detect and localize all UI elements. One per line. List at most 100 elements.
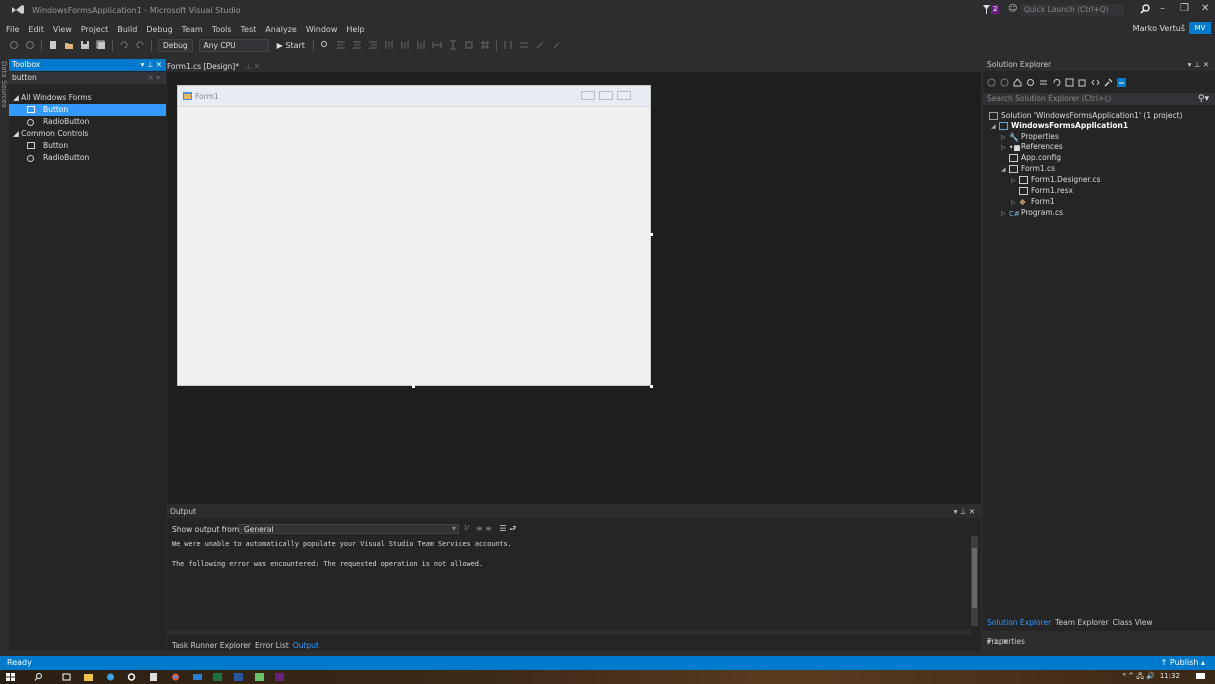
align-to-grid-icon[interactable]: [480, 40, 490, 50]
tree-node-project[interactable]: ◢ WindowsFormsApplication1: [991, 121, 1128, 132]
resize-handle-right[interactable]: [650, 233, 653, 236]
resize-handle-corner[interactable]: [650, 385, 653, 388]
tree-node-form1-designer[interactable]: ▷ Form1.Designer.cs: [1011, 175, 1100, 186]
file-explorer-icon[interactable]: [84, 673, 93, 681]
task-view-icon[interactable]: [62, 673, 71, 681]
forward-icon[interactable]: [1000, 78, 1009, 87]
resize-handle-bottom[interactable]: [412, 385, 415, 388]
restore-button[interactable]: ❐: [1180, 3, 1189, 14]
search-icon[interactable]: [34, 673, 43, 681]
menu-tools[interactable]: Tools: [212, 25, 232, 34]
tree-node-form1-cs[interactable]: ◢ Form1.cs: [1001, 164, 1055, 175]
data-sources-tab[interactable]: Data Sources: [0, 61, 8, 108]
tree-node-program-cs[interactable]: ▷ C#Program.cs: [1001, 208, 1063, 219]
expanded-arrow-icon[interactable]: ◢: [1001, 165, 1009, 175]
menu-debug[interactable]: Debug: [146, 25, 172, 34]
tree-node-app-config[interactable]: App.config: [1009, 153, 1061, 163]
panel-window-buttons[interactable]: ▾ ⊥ ✕: [141, 59, 162, 71]
menu-window[interactable]: Window: [306, 25, 338, 34]
word-icon[interactable]: [234, 673, 243, 681]
save-all-icon[interactable]: [96, 40, 106, 50]
menu-team[interactable]: Team: [182, 25, 203, 34]
user-name[interactable]: Marko Vertuš: [1133, 24, 1185, 33]
new-project-icon[interactable]: [48, 40, 58, 50]
tree-node-solution[interactable]: Solution 'WindowsFormsApplication1' (1 p…: [989, 111, 1182, 121]
output-vertical-scrollbar[interactable]: [971, 536, 978, 626]
calculator-icon[interactable]: [149, 673, 158, 681]
panel-window-buttons[interactable]: ▾ ⊥ ✕: [987, 637, 1209, 646]
notification-count-badge[interactable]: 2: [991, 5, 1000, 14]
minimize-button[interactable]: –: [1160, 3, 1165, 14]
visual-studio-icon[interactable]: [275, 673, 284, 681]
align-bottom-icon[interactable]: [416, 40, 426, 50]
tab-team-explorer[interactable]: Team Explorer: [1055, 618, 1108, 627]
solution-platform-select[interactable]: Any CPU: [198, 38, 269, 52]
output-header[interactable]: Output ▾ ⊥ ✕: [167, 506, 981, 518]
solution-explorer-header[interactable]: Solution Explorer ▾ ⊥ ✕: [983, 59, 1215, 71]
user-avatar[interactable]: MV: [1189, 22, 1211, 34]
forward-icon[interactable]: [25, 40, 35, 50]
menu-test[interactable]: Test: [241, 25, 257, 34]
bring-to-front-icon[interactable]: [503, 40, 513, 50]
feedback-icon[interactable]: ☺: [1008, 4, 1017, 14]
align-middle-icon[interactable]: [400, 40, 410, 50]
browser-icon[interactable]: [106, 673, 115, 681]
expanded-arrow-icon[interactable]: ◢: [991, 122, 999, 132]
tab-task-runner-explorer[interactable]: Task Runner Explorer: [172, 641, 251, 650]
form1-designer[interactable]: Form1: [177, 85, 651, 386]
menu-help[interactable]: Help: [346, 25, 364, 34]
action-center-icon[interactable]: [1196, 673, 1205, 681]
properties-panel-header[interactable]: Properties ▾ ⊥ ✕: [983, 634, 1215, 650]
align-right-icon[interactable]: [368, 40, 378, 50]
tab-class-view[interactable]: Class View: [1113, 618, 1153, 627]
taskbar-clock[interactable]: 11:32: [1160, 672, 1180, 680]
show-all-files-icon[interactable]: [1078, 78, 1087, 87]
pending-changes-icon[interactable]: [1026, 78, 1035, 87]
home-icon[interactable]: [1013, 77, 1022, 87]
collapsed-arrow-icon[interactable]: ▷: [1001, 209, 1009, 219]
tab-output[interactable]: Output: [293, 641, 319, 650]
panel-window-buttons[interactable]: ▾ ⊥ ✕: [1188, 59, 1209, 71]
toolbox-search-input[interactable]: button ✕ ▾: [9, 72, 166, 84]
settings-gear-icon[interactable]: [127, 673, 136, 681]
excel-icon[interactable]: [213, 673, 222, 681]
lock-controls-icon[interactable]: [551, 40, 561, 50]
open-folder-icon[interactable]: [64, 40, 74, 50]
preview-selected-icon[interactable]: [1117, 77, 1126, 87]
send-to-back-icon[interactable]: [519, 40, 529, 50]
quick-launch-input[interactable]: Quick Launch (Ctrl+Q): [1020, 4, 1124, 16]
find-icon[interactable]: [320, 40, 330, 50]
form1-title-bar[interactable]: Form1: [178, 86, 650, 107]
toolbox-item-radiobutton[interactable]: RadioButton: [9, 152, 166, 164]
toolbox-item-button[interactable]: Button: [9, 140, 166, 152]
notification-flag-icon[interactable]: [983, 5, 990, 14]
refresh-icon[interactable]: [1052, 78, 1061, 87]
collapsed-arrow-icon[interactable]: ▷: [1001, 143, 1009, 153]
menu-analyze[interactable]: Analyze: [265, 25, 297, 34]
document-tab-form1-design[interactable]: Form1.cs [Design]* ⊥ ✕: [167, 60, 260, 72]
sync-icon[interactable]: [1039, 78, 1048, 87]
back-icon[interactable]: [987, 78, 996, 87]
solution-configuration-select[interactable]: Debug: [158, 38, 193, 52]
search-icon[interactable]: ⚲▾: [1198, 93, 1209, 105]
collapsed-arrow-icon[interactable]: ▷: [1011, 176, 1019, 186]
tab-order-icon[interactable]: [535, 40, 545, 50]
align-top-icon[interactable]: [384, 40, 394, 50]
undo-icon[interactable]: [119, 40, 129, 50]
toolbox-header[interactable]: Toolbox ▾ ⊥ ✕: [9, 59, 166, 71]
output-source-select[interactable]: General: [239, 524, 459, 534]
system-tray-icons[interactable]: ᴿ ^ 🖧 🔊: [1123, 672, 1155, 683]
menu-file[interactable]: File: [6, 25, 19, 34]
panel-window-buttons[interactable]: ▾ ⊥ ✕: [954, 506, 975, 518]
save-icon[interactable]: [80, 40, 90, 50]
windows-start-icon[interactable]: [6, 673, 15, 681]
menu-project[interactable]: Project: [81, 25, 108, 34]
outlook-icon[interactable]: [193, 673, 202, 681]
output-horizontal-scrollbar[interactable]: [167, 630, 971, 635]
toolbox-group-all-windows-forms[interactable]: ◢ All Windows Forms: [9, 92, 166, 104]
output-toolbar-icons[interactable]: ▾ ⅟ ≡ ≡ ☰ ⮐: [452, 523, 516, 537]
align-center-icon[interactable]: [352, 40, 362, 50]
chrome-icon[interactable]: [171, 673, 180, 681]
tree-node-references[interactable]: ▷ •■References: [1001, 142, 1063, 153]
collapsed-arrow-icon[interactable]: ▷: [1011, 198, 1019, 208]
